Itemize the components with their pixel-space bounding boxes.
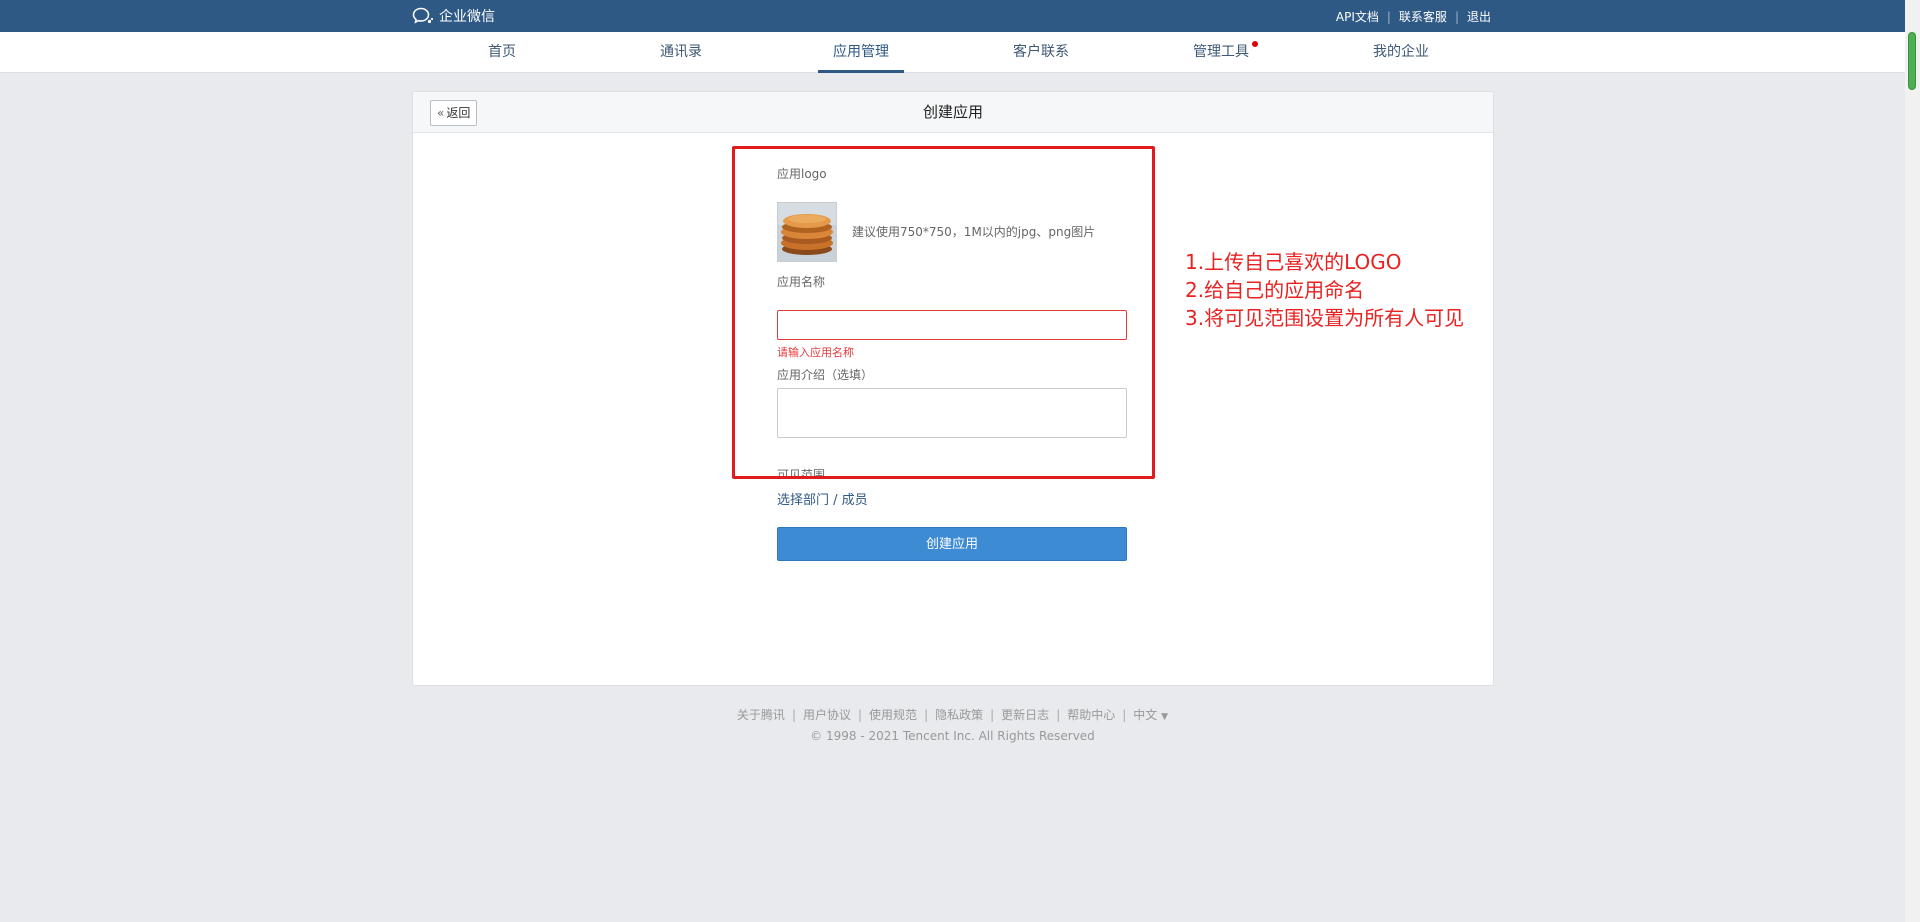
divider: |: [858, 707, 863, 722]
top-links: API文档 | 联系客服 | 退出: [1336, 8, 1491, 25]
wecom-chat-icon: [412, 7, 434, 24]
top-bar: 企业微信 API文档 | 联系客服 | 退出: [0, 0, 1905, 32]
back-label: 返回: [446, 106, 471, 120]
nav-item-contacts[interactable]: 通讯录: [636, 32, 726, 72]
notification-dot: [1252, 41, 1258, 47]
footer: 关于腾讯 | 用户协议 | 使用规范 | 隐私政策 | 更新日志 | 帮助中心 | 中文 ▼…: [0, 706, 1905, 744]
copyright: © 1998 - 2021 Tencent Inc. All Rights Re…: [810, 729, 1095, 743]
divider: |: [1454, 9, 1459, 24]
nav-item-my-enterprise[interactable]: 我的企业: [1356, 32, 1446, 72]
select-department-member-link[interactable]: 选择部门 / 成员: [777, 489, 868, 508]
footer-link-usage-rules[interactable]: 使用规范: [869, 706, 917, 723]
footer-links: 关于腾讯 | 用户协议 | 使用规范 | 隐私政策 | 更新日志 | 帮助中心 | 中文 ▼: [0, 706, 1905, 723]
caret-down-icon: ▼: [1161, 712, 1169, 722]
api-docs-link[interactable]: API文档: [1336, 8, 1379, 25]
create-app-button[interactable]: 创建应用: [777, 527, 1127, 561]
footer-link-changelog[interactable]: 更新日志: [1001, 706, 1049, 723]
divider: |: [990, 707, 995, 722]
nav-item-customer-contact[interactable]: 客户联系: [996, 32, 1086, 72]
double-chevron-left-icon: «: [437, 106, 445, 120]
footer-link-help[interactable]: 帮助中心: [1067, 706, 1115, 723]
logout-link[interactable]: 退出: [1467, 8, 1491, 25]
nav-item-app-management[interactable]: 应用管理: [816, 32, 906, 73]
annotation-line: 1.上传自己喜欢的LOGO: [1185, 250, 1402, 274]
nav-item-label: 管理工具: [1193, 44, 1249, 60]
divider: |: [924, 707, 929, 722]
back-button[interactable]: « 返回: [430, 100, 478, 126]
language-label: 中文: [1133, 708, 1158, 722]
nav-item-management-tools[interactable]: 管理工具: [1176, 32, 1266, 72]
divider: |: [1122, 707, 1127, 722]
language-select[interactable]: 中文 ▼: [1133, 706, 1168, 723]
card-header: 创建应用 « 返回: [413, 92, 1493, 133]
vertical-scrollbar[interactable]: [1905, 0, 1920, 922]
annotation-highlight-box: [732, 146, 1155, 479]
brand-name: 企业微信: [439, 9, 495, 25]
annotation-text: 1.上传自己喜欢的LOGO 2.给自己的应用命名 3.将可见范围设置为所有人可见: [1185, 248, 1464, 332]
contact-support-link[interactable]: 联系客服: [1399, 8, 1447, 25]
annotation-line: 2.给自己的应用命名: [1185, 278, 1365, 302]
brand-logo[interactable]: 企业微信: [412, 6, 495, 26]
footer-link-privacy[interactable]: 隐私政策: [935, 706, 983, 723]
divider: |: [1386, 9, 1391, 24]
annotation-line: 3.将可见范围设置为所有人可见: [1185, 306, 1465, 330]
footer-link-about[interactable]: 关于腾讯: [737, 706, 785, 723]
nav-item-home[interactable]: 首页: [457, 32, 547, 72]
main-nav: 首页 通讯录 应用管理 客户联系 管理工具 我的企业: [0, 32, 1905, 73]
divider: |: [1056, 707, 1061, 722]
footer-link-user-agreement[interactable]: 用户协议: [803, 706, 851, 723]
scrollbar-thumb[interactable]: [1908, 32, 1916, 90]
page-title: 创建应用: [922, 103, 983, 121]
divider: |: [791, 707, 796, 722]
